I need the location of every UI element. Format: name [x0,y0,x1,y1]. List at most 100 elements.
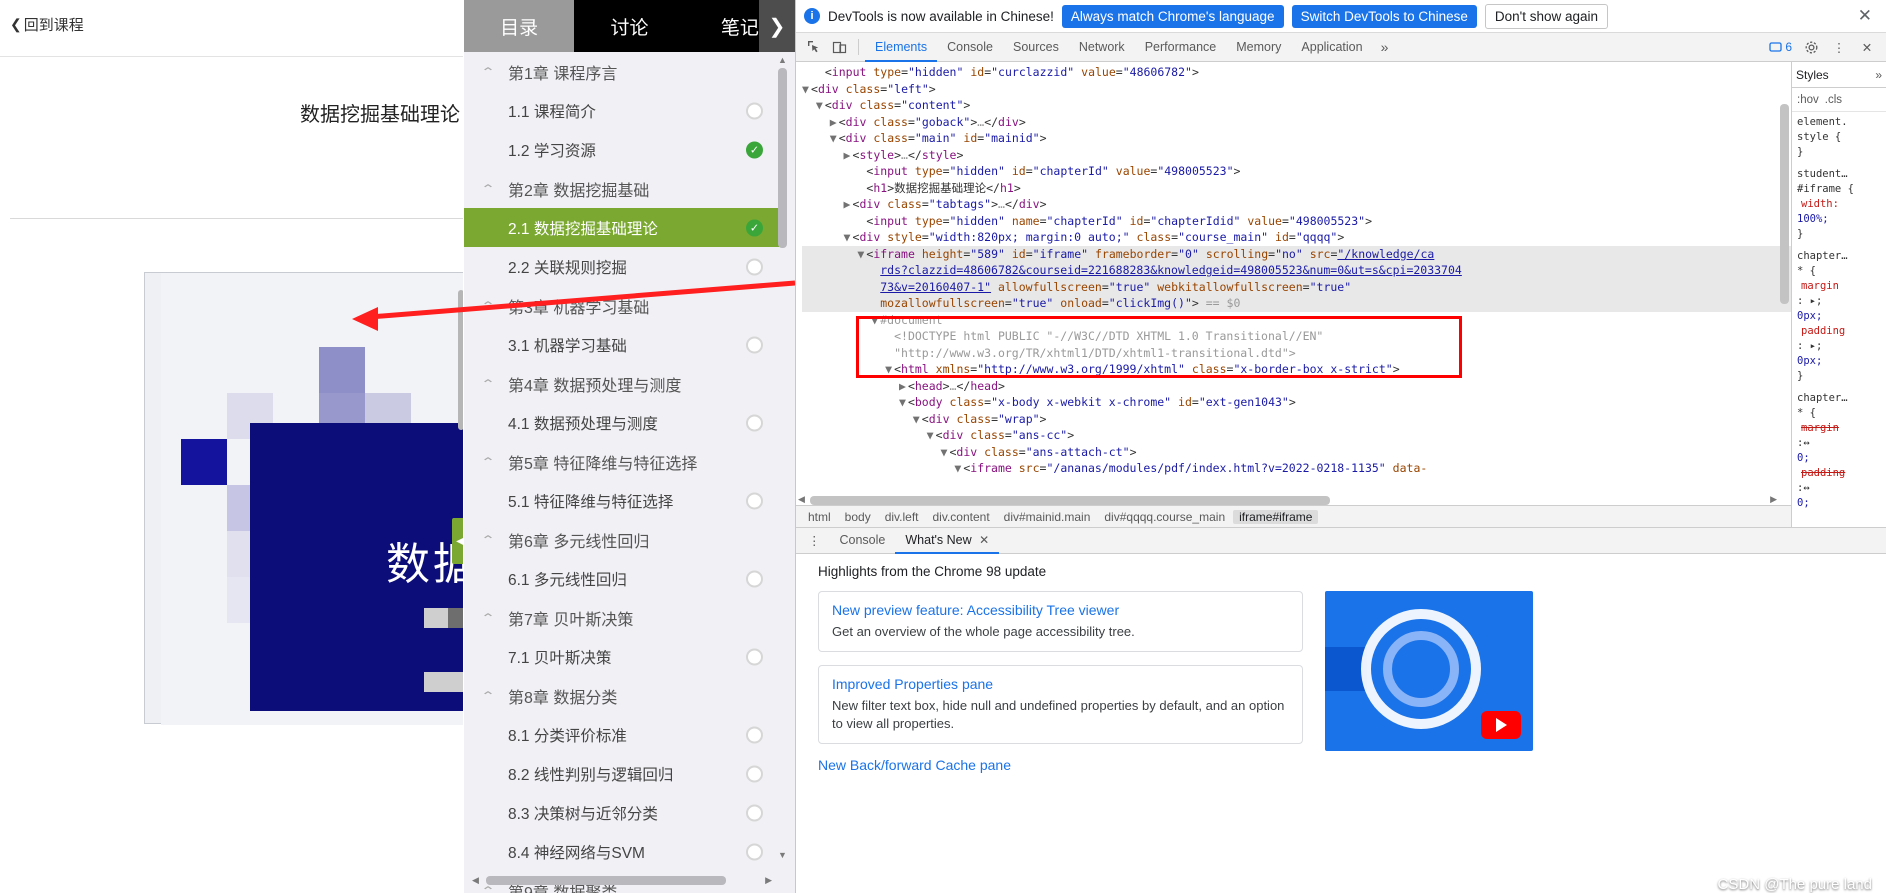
dom-tree-line[interactable]: ▼ <div style="width:820px; margin:0 auto;… [802,229,1791,246]
toc-chapter-row[interactable]: ⌃ 第5章 特征降维与特征选择 [464,442,779,481]
tab-sources[interactable]: Sources [1003,33,1069,62]
toc-tab-catalog[interactable]: 目录 [464,0,575,52]
scroll-left-icon[interactable]: ◀ [798,494,805,505]
breadcrumb[interactable]: html body div.left div.content div#mainid.ma… [796,505,1791,527]
toc-section-row[interactable]: 8.1 分类评价标准 [464,715,779,754]
tab-memory[interactable]: Memory [1226,33,1291,62]
slide-collapse-tab[interactable]: ◀ [452,518,463,564]
breadcrumb-item[interactable]: html [802,510,837,524]
dom-tree-line[interactable]: <h1>数据挖掘基础理论</h1> [802,180,1791,197]
dom-tree-line[interactable]: ▶ <div class="goback">…</div> [802,114,1791,131]
toc-section-row[interactable]: 7.1 贝叶斯决策 [464,637,779,676]
toc-section-row[interactable]: 2.2 关联规则挖掘 [464,247,779,286]
dont-show-again-button[interactable]: Don't show again [1484,3,1609,29]
tab-application[interactable]: Application [1291,33,1372,62]
scroll-down-icon[interactable]: ▼ [778,849,787,861]
dom-tree-line[interactable]: ▼ <div class="wrap"> [802,411,1791,428]
toc-chapter-row[interactable]: ⌃ 第3章 机器学习基础 [464,286,779,325]
scroll-up-icon[interactable]: ▲ [778,54,787,66]
style-prop[interactable]: padding [1797,466,1881,481]
toc-section-row[interactable]: 8.3 决策树与近邻分类 [464,793,779,832]
drawer-tab-console[interactable]: Console [830,527,896,554]
toc-chapter-row[interactable]: ⌃ 第2章 数据挖掘基础 [464,169,779,208]
breadcrumb-item[interactable]: div.left [879,510,925,524]
close-icon[interactable]: ✕ [1854,34,1880,60]
toc-section-row[interactable]: 5.1 特征降维与特征选择 [464,481,779,520]
scroll-thumb[interactable] [1780,104,1789,304]
whats-new-video-thumbnail[interactable] [1325,591,1533,751]
chevron-double-right-icon[interactable]: » [1373,39,1397,55]
style-prop[interactable]: margin [1797,279,1881,294]
scroll-right-icon[interactable]: ▶ [1770,494,1777,505]
whats-new-card[interactable]: Improved Properties pane New filter text… [818,665,1303,744]
style-value[interactable]: 0; [1797,496,1881,511]
chevron-up-icon[interactable]: ⌃ [481,533,514,547]
dom-tree-line[interactable]: ▼ <iframe src="/ananas/modules/pdf/index.… [802,460,1791,477]
scroll-left-icon[interactable]: ◀ [472,876,479,885]
toc-section-row[interactable]: 2.1 数据挖掘基础理论 ✓ [464,208,779,247]
toc-section-row[interactable]: 1.1 课程简介 [464,91,779,130]
more-vertical-icon[interactable]: ⋮ [800,533,830,548]
dom-tree-line[interactable]: "http://www.w3.org/TR/xhtml1/DTD/xhtml1-… [802,345,1791,362]
more-vertical-icon[interactable]: ⋮ [1826,34,1852,60]
dom-tree-line[interactable]: ▼ <div class="left"> [802,81,1791,98]
toc-section-row[interactable]: 6.1 多元线性回归 [464,559,779,598]
dom-tree-line[interactable]: <input type="hidden" name="chapterId" id… [802,213,1791,230]
elements-vertical-scrollbar[interactable] [1780,64,1789,494]
switch-devtools-language-button[interactable]: Switch DevTools to Chinese [1291,4,1477,28]
card-title-backforward-cache[interactable]: New Back/forward Cache pane [818,757,1303,773]
breadcrumb-item[interactable]: div.content [927,510,996,524]
toc-chapter-row[interactable]: ⌃ 第7章 贝叶斯决策 [464,598,779,637]
tab-elements[interactable]: Elements [865,33,938,62]
card-title[interactable]: Improved Properties pane [832,676,1289,692]
drawer-tab-whats-new[interactable]: What's New ✕ [895,527,1000,554]
chevron-up-icon[interactable]: ⌃ [481,611,514,625]
dom-tree-line[interactable]: ▼ <div class="ans-attach-ct"> [802,444,1791,461]
chevron-up-icon[interactable]: ⌃ [481,65,514,79]
toc-horizontal-scrollbar[interactable]: ◀ ▶ [472,876,772,885]
close-icon[interactable]: ✕ [979,533,989,547]
breadcrumb-item[interactable]: div#qqqq.course_main [1098,510,1231,524]
tab-performance[interactable]: Performance [1135,33,1227,62]
tab-network[interactable]: Network [1069,33,1135,62]
chevron-up-icon[interactable]: ⌃ [481,377,514,391]
dom-tree-line[interactable]: ▶ <head>…</head> [802,378,1791,395]
hov-toggle[interactable]: :hov [1797,94,1819,106]
dom-tree-line[interactable]: ▼ <div class="main" id="mainid"> [802,130,1791,147]
toc-vertical-scrollbar[interactable]: ▲ ▼ [778,52,787,893]
style-prop[interactable]: margin [1797,421,1881,436]
style-prop[interactable]: padding [1797,324,1881,339]
dom-tree-line[interactable]: ▶ <style>…</style> [802,147,1791,164]
cls-toggle[interactable]: .cls [1825,94,1842,106]
inspect-element-icon[interactable] [800,34,826,60]
dom-tree-line[interactable]: ▼ <div class="content"> [802,97,1791,114]
dom-tree-line[interactable]: ▼ #document [802,312,1791,329]
chevron-double-right-icon[interactable]: » [1875,68,1882,82]
style-value[interactable]: 0px; [1797,354,1881,369]
elements-tree-panel[interactable]: <input type="hidden" id="curclazzid" val… [796,62,1792,527]
breadcrumb-item[interactable]: div#mainid.main [998,510,1097,524]
dom-tree-line[interactable]: ▼ <body class="x-body x-webkit x-chrome" … [802,394,1791,411]
chevron-right-icon[interactable]: ❯ [759,0,795,52]
toc-chapter-row[interactable]: ⌃ 第8章 数据分类 [464,676,779,715]
toc-chapter-row[interactable]: ⌃ 第4章 数据预处理与测度 [464,364,779,403]
dom-tree-line[interactable]: 73&v=20160407-1" allowfullscreen="true" … [802,278,1791,295]
style-prop[interactable]: width: [1797,197,1881,212]
dom-tree-line[interactable]: <input type="hidden" id="chapterId" valu… [802,163,1791,180]
style-value[interactable]: 0px; [1797,309,1881,324]
scroll-right-icon[interactable]: ▶ [765,876,772,885]
dom-tree-line[interactable]: <input type="hidden" id="curclazzid" val… [802,64,1791,81]
dom-tree[interactable]: <input type="hidden" id="curclazzid" val… [796,62,1791,477]
scroll-thumb[interactable] [778,68,787,248]
dom-tree-line[interactable]: ▼ <div class="ans-cc"> [802,427,1791,444]
toc-section-row[interactable]: 1.2 学习资源 ✓ [464,130,779,169]
dom-tree-line[interactable]: mozallowfullscreen="true" onload="clickI… [802,295,1791,312]
hscroll-thumb[interactable] [810,496,1330,505]
gear-icon[interactable] [1798,34,1824,60]
goback-button[interactable]: ❮ 回到课程 [10,14,84,35]
chevron-up-icon[interactable]: ⌃ [481,455,514,469]
chevron-up-icon[interactable]: ⌃ [481,299,514,313]
breadcrumb-item[interactable]: iframe#iframe [1233,509,1319,524]
card-title[interactable]: New preview feature: Accessibility Tree … [832,602,1289,618]
toc-section-row[interactable]: 3.1 机器学习基础 [464,325,779,364]
